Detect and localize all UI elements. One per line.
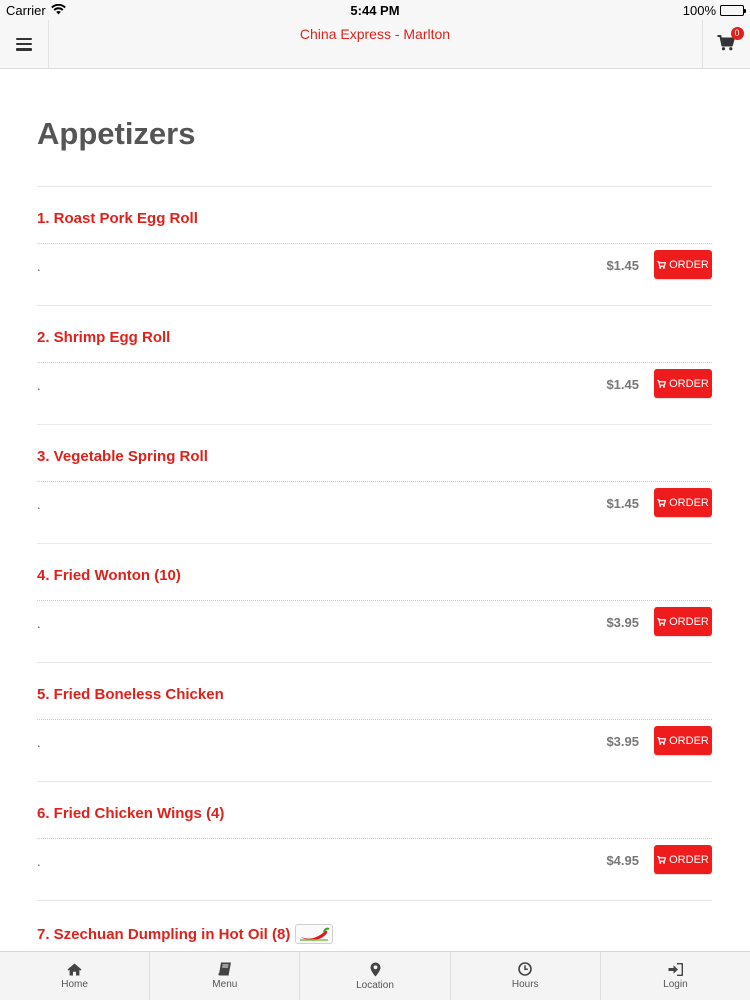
- menu-item-name[interactable]: 5. Fried Boneless Chicken: [37, 686, 224, 703]
- item-divider: [37, 719, 712, 720]
- status-bar: Carrier 5:44 PM 100%: [0, 0, 750, 20]
- menu-item[interactable]: 3. Vegetable Spring Roll . $1.45 ORDER: [37, 425, 712, 544]
- tab-menu-label: Menu: [212, 979, 238, 990]
- cart-icon: [657, 260, 667, 269]
- menu-item-name[interactable]: 7. Szechuan Dumpling in Hot Oil (8): [37, 926, 290, 943]
- hamburger-icon: [16, 37, 32, 51]
- order-button-label: ORDER: [669, 734, 709, 747]
- home-icon: [67, 963, 82, 975]
- book-icon: [218, 962, 231, 976]
- menu-content[interactable]: Appetizers 1. Roast Pork Egg Roll . $1.4…: [0, 70, 750, 951]
- menu-item-price: $1.45: [606, 496, 639, 511]
- menu-item-name[interactable]: 6. Fried Chicken Wings (4): [37, 805, 224, 822]
- battery-percent: 100%: [682, 3, 716, 18]
- tab-login[interactable]: Login: [601, 952, 750, 1000]
- tab-menu[interactable]: Menu: [150, 952, 301, 1000]
- order-button-label: ORDER: [669, 853, 709, 866]
- menu-button[interactable]: [0, 20, 49, 68]
- menu-item-description: .: [37, 259, 41, 274]
- item-divider: [37, 838, 712, 839]
- map-marker-icon: [370, 962, 380, 976]
- tab-hours[interactable]: Hours: [451, 952, 601, 1000]
- hot-pepper-icon: [295, 924, 334, 944]
- item-divider: [37, 243, 712, 244]
- tab-location[interactable]: Location: [300, 952, 451, 1000]
- menu-item-list: 1. Roast Pork Egg Roll . $1.45 ORDER 2. …: [37, 187, 712, 951]
- menu-item[interactable]: 2. Shrimp Egg Roll . $1.45 ORDER: [37, 306, 712, 425]
- menu-item-price: $1.45: [606, 377, 639, 392]
- menu-item-name[interactable]: 2. Shrimp Egg Roll: [37, 329, 170, 346]
- order-button[interactable]: ORDER: [654, 845, 712, 874]
- order-button[interactable]: ORDER: [654, 607, 712, 636]
- menu-item-name[interactable]: 3. Vegetable Spring Roll: [37, 448, 208, 465]
- order-button-label: ORDER: [669, 615, 709, 628]
- menu-item-price: $4.95: [606, 853, 639, 868]
- tab-home[interactable]: Home: [0, 952, 151, 1000]
- menu-item-description: .: [37, 735, 41, 750]
- item-divider: [37, 362, 712, 363]
- tab-hours-label: Hours: [511, 979, 539, 990]
- cart-icon: [657, 617, 667, 626]
- category-title: Appetizers: [37, 116, 196, 151]
- restaurant-title: China Express - Marlton: [299, 26, 451, 42]
- menu-item-description: .: [37, 378, 41, 393]
- menu-item[interactable]: 5. Fried Boneless Chicken . $3.95 ORDER: [37, 663, 712, 782]
- tab-bar: Home Menu Location Hours Login: [0, 951, 750, 1000]
- tab-login-label: Login: [663, 978, 688, 990]
- menu-item[interactable]: 7. Szechuan Dumpling in Hot Oil (8) ORDE…: [37, 901, 712, 951]
- battery-icon: [720, 5, 746, 16]
- order-button-label: ORDER: [669, 496, 709, 509]
- menu-item[interactable]: 4. Fried Wonton (10) . $3.95 ORDER: [37, 544, 712, 663]
- order-button-label: ORDER: [669, 377, 709, 390]
- clock-icon: [518, 962, 533, 976]
- tab-home-label: Home: [61, 978, 88, 990]
- menu-item[interactable]: 1. Roast Pork Egg Roll . $1.45 ORDER: [37, 187, 712, 306]
- order-button[interactable]: ORDER: [654, 369, 712, 398]
- menu-item-price: $3.95: [606, 615, 639, 630]
- tab-location-label: Location: [356, 979, 394, 991]
- menu-item-price: $3.95: [606, 734, 639, 749]
- menu-item-price: $1.45: [606, 258, 639, 273]
- cart-icon: [657, 736, 667, 745]
- menu-item-name[interactable]: 1. Roast Pork Egg Roll: [37, 210, 198, 227]
- order-button-label: ORDER: [669, 258, 709, 271]
- item-divider: [37, 481, 712, 482]
- cart-button[interactable]: 0: [702, 20, 750, 68]
- order-button[interactable]: ORDER: [654, 726, 712, 755]
- nav-bar: China Express - Marlton 0: [0, 20, 750, 69]
- menu-item-description: .: [37, 854, 41, 869]
- cart-icon: [657, 498, 667, 507]
- item-divider: [37, 600, 712, 601]
- sign-in-icon: [668, 962, 683, 976]
- order-button[interactable]: ORDER: [654, 250, 712, 279]
- cart-icon: [657, 379, 667, 388]
- menu-item-description: .: [37, 616, 41, 631]
- cart-count-badge: 0: [730, 27, 744, 40]
- status-time: 5:44 PM: [350, 3, 400, 18]
- order-button[interactable]: ORDER: [654, 488, 712, 517]
- menu-item[interactable]: 6. Fried Chicken Wings (4) . $4.95 ORDER: [37, 782, 712, 901]
- menu-item-name[interactable]: 4. Fried Wonton (10): [37, 567, 181, 584]
- menu-item-description: .: [37, 497, 41, 512]
- cart-icon: [657, 855, 667, 864]
